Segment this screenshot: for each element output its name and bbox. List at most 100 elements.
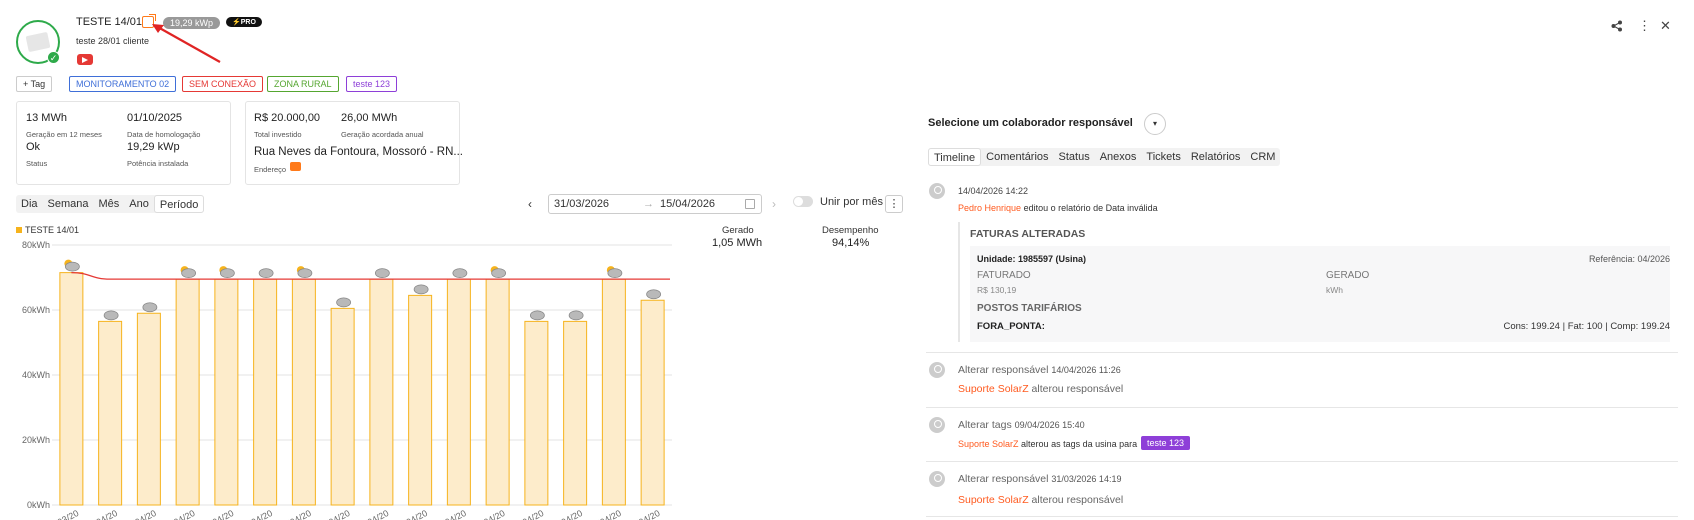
tab-relatorios[interactable]: Relatórios — [1186, 148, 1246, 166]
x-tick-label: 04/04/20 — [200, 508, 236, 520]
generation-chart: 0kWh 20kWh 40kWh 60kWh 80kWh 31/03/2001/04/20… — [22, 240, 672, 520]
agreed-generation-label: Geração acordada anual — [341, 130, 424, 139]
event-title-line: Alterar responsável 31/03/2026 14:19 — [958, 473, 1121, 485]
plant-image-icon — [25, 31, 51, 53]
collaborator-dropdown[interactable]: ▾ — [1144, 113, 1166, 135]
power-label: Potência instalada — [127, 159, 189, 168]
chart-bar — [214, 278, 239, 506]
chart-bar — [291, 278, 316, 506]
close-icon[interactable]: ✕ — [1660, 18, 1671, 34]
x-tick-label: 09/04/20 — [393, 508, 429, 520]
invoice-reference: Referência: 04/2026 — [1588, 254, 1670, 264]
date-from[interactable]: 31/03/2026 — [554, 198, 609, 210]
chart-bar — [485, 278, 510, 506]
x-tick-label: 01/04/20 — [83, 508, 119, 520]
legend-label: TESTE 14/01 — [25, 225, 80, 235]
event-user[interactable]: Suporte SolarZ — [958, 494, 1029, 506]
tag-teste-123[interactable]: teste 123 — [346, 76, 398, 92]
cloud-icon — [568, 310, 584, 321]
user-icon — [929, 417, 945, 433]
merge-label: Unir por mês — [820, 196, 883, 208]
event-text: alterou responsável — [1031, 383, 1124, 395]
period-week[interactable]: Semana — [43, 195, 94, 213]
plant-avatar[interactable]: ✓ — [16, 20, 60, 64]
cloud-icon — [529, 310, 545, 321]
chart-bar — [446, 278, 471, 506]
gerado-value: 1,05 MWh — [712, 237, 763, 249]
timeline-separator — [926, 407, 1678, 408]
event-user[interactable]: Pedro Henrique — [958, 203, 1021, 213]
event-text: alterou responsável — [1031, 494, 1124, 506]
chart-bar — [640, 299, 665, 506]
tag-zona-rural[interactable]: ZONA RURAL — [267, 76, 339, 92]
x-tick-label: 10/04/20 — [432, 508, 468, 520]
chart-legend[interactable]: TESTE 14/01 — [16, 225, 79, 235]
event-text: alterou as tags da usina para — [1021, 439, 1138, 449]
tag-monitoramento[interactable]: MONITORAMENTO 02 — [69, 76, 177, 92]
chart-bar — [408, 294, 433, 506]
tab-status[interactable]: Status — [1054, 148, 1095, 166]
chart-bar — [563, 320, 588, 506]
tab-anexos[interactable]: Anexos — [1095, 148, 1142, 166]
generation-value: 13 MWh — [26, 112, 67, 124]
cloud-icon — [297, 268, 313, 279]
timeline-separator — [926, 461, 1678, 462]
x-tick-label: 11/04/20 — [472, 508, 507, 520]
y-tick-label: 40kWh — [22, 370, 50, 380]
legend-swatch — [16, 227, 22, 233]
collaborator-label: Selecione um colaborador responsável — [928, 117, 1133, 129]
annotation-arrow — [152, 24, 221, 63]
event-divider — [958, 222, 960, 342]
chart-bar — [59, 272, 84, 506]
cloud-icon — [219, 268, 235, 279]
more-options-icon[interactable]: ⋮ — [1638, 18, 1651, 34]
generation-label: Geração em 12 meses — [26, 130, 102, 139]
merge-toggle[interactable] — [793, 196, 813, 207]
date-range-picker[interactable]: 31/03/2026 → 15/04/2026 — [548, 194, 762, 214]
tab-crm[interactable]: CRM — [1245, 148, 1280, 166]
tag-sem-conexao[interactable]: SEM CONEXÃO — [182, 76, 264, 92]
cloud-icon — [491, 268, 507, 279]
event-time: 14/04/2026 14:22 — [958, 186, 1029, 196]
x-tick-label: 06/04/20 — [277, 508, 313, 520]
period-range[interactable]: Período — [153, 195, 205, 213]
video-icon[interactable] — [77, 54, 93, 65]
tab-tickets[interactable]: Tickets — [1141, 148, 1185, 166]
status-label: Status — [26, 159, 48, 168]
posto-values: Cons: 199.24 | Fat: 100 | Comp: 199.24 — [1503, 321, 1670, 332]
posto-name: FORA_PONTA: — [977, 321, 1045, 332]
y-tick-label: 20kWh — [22, 435, 50, 445]
event-title-line: Alterar tags 09/04/2026 15:40 — [958, 419, 1085, 431]
period-month[interactable]: Mês — [94, 195, 125, 213]
chart-bar — [136, 312, 161, 506]
event-user[interactable]: Suporte SolarZ — [958, 439, 1019, 449]
event-user[interactable]: Suporte SolarZ — [958, 383, 1029, 395]
prev-icon[interactable]: ‹ — [528, 197, 532, 211]
cloud-icon — [336, 297, 352, 308]
event-description: Suporte SolarZ alterou as tags da usina … — [958, 439, 1137, 449]
invoice-box-title: FATURAS ALTERADAS — [970, 228, 1086, 240]
chart-options-icon[interactable]: ⋮ — [885, 195, 903, 213]
add-tag-button[interactable]: + Tag — [16, 76, 53, 92]
user-icon — [929, 183, 945, 199]
period-year[interactable]: Ano — [124, 195, 154, 213]
cloud-icon — [413, 284, 429, 295]
event-time: 31/03/2026 14:19 — [1051, 474, 1122, 484]
address-value: Rua Neves da Fontoura, Mossoró - RN... — [254, 146, 463, 158]
x-tick-label: 08/04/20 — [355, 508, 391, 520]
tab-comentarios[interactable]: Comentários — [981, 148, 1053, 166]
map-marker-icon[interactable] — [290, 162, 301, 171]
desempenho-label: Desempenho — [822, 225, 879, 236]
calendar-icon[interactable] — [745, 199, 755, 209]
event-text: editou o relatório de Data inválida — [1023, 203, 1158, 213]
chart-bar — [524, 320, 549, 506]
date-range-arrow: → — [643, 198, 654, 210]
date-to[interactable]: 15/04/2026 — [660, 198, 715, 210]
period-day[interactable]: Dia — [16, 195, 43, 213]
next-icon[interactable]: › — [772, 197, 776, 211]
user-icon — [929, 471, 945, 487]
desempenho-value: 94,14% — [832, 237, 870, 249]
share-icon[interactable] — [1611, 20, 1623, 35]
tab-timeline[interactable]: Timeline — [928, 148, 982, 166]
homologation-date: 01/10/2025 — [127, 112, 183, 124]
